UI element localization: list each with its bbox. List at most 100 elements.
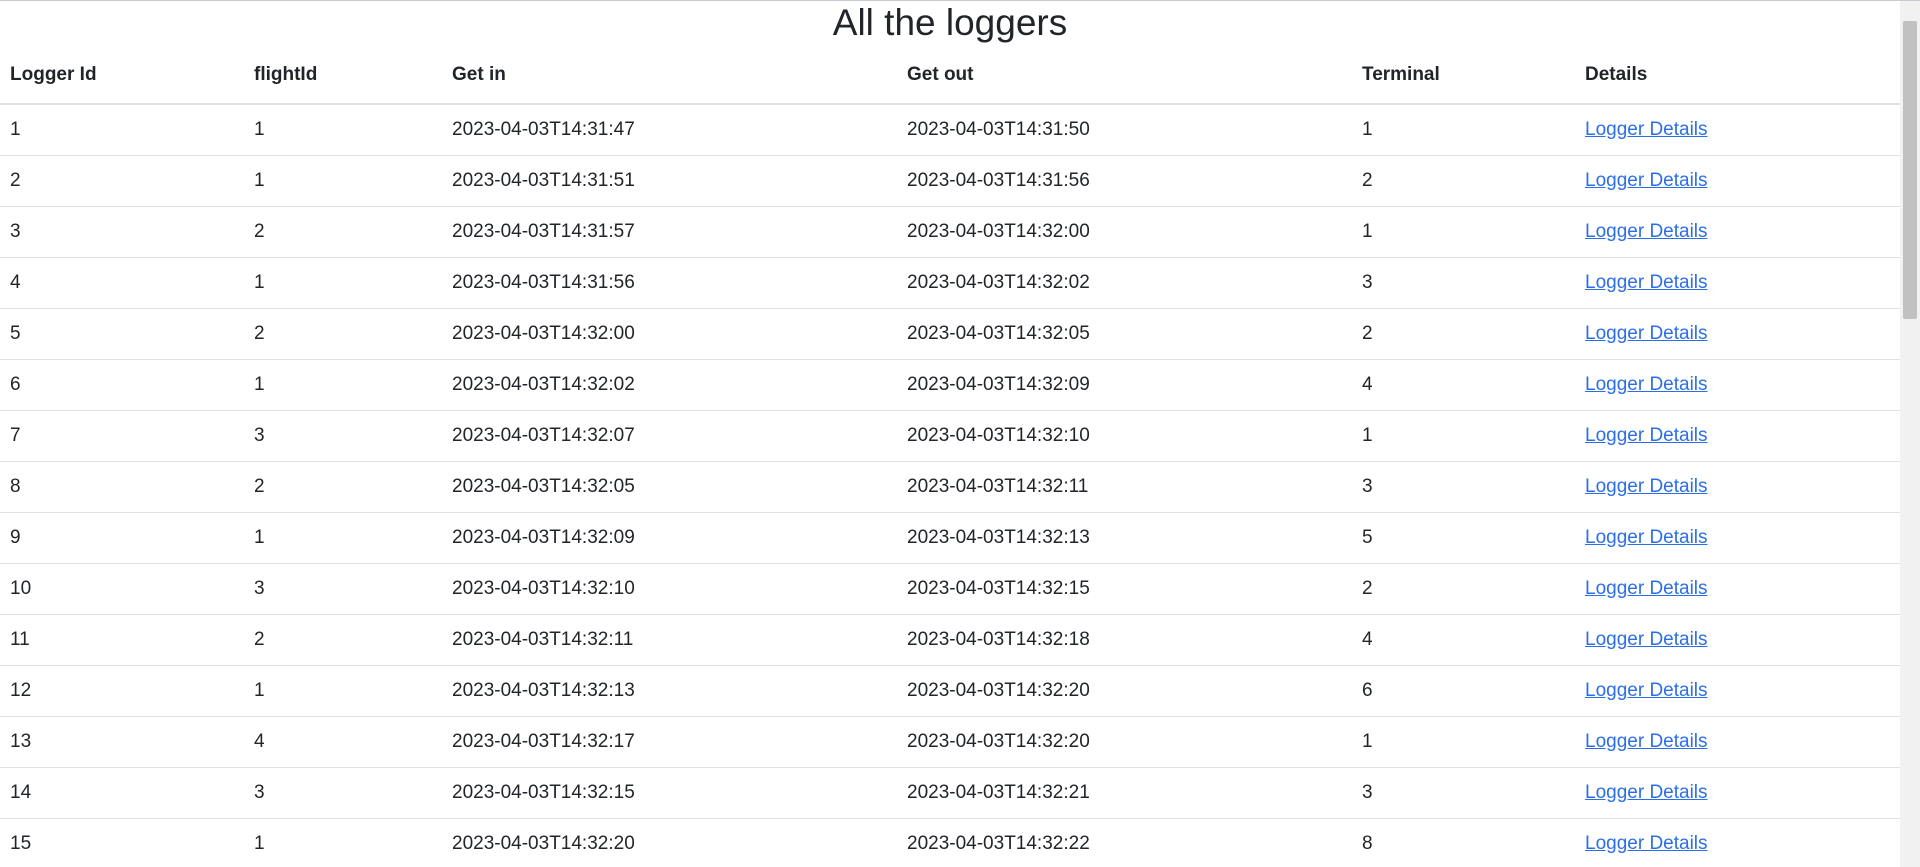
cell-details: Logger Details [1575,257,1900,309]
cell-logger-id: 11 [0,614,244,666]
cell-get-out: 2023-04-03T14:32:13 [897,512,1352,564]
cell-logger-id: 3 [0,206,244,258]
cell-logger-id: 6 [0,359,244,411]
table-row: 8 2 2023-04-03T14:32:05 2023-04-03T14:32:11… [0,461,1900,513]
cell-flight-id: 2 [244,206,442,258]
logger-details-link[interactable]: Logger Details [1585,629,1708,650]
cell-get-in: 2023-04-03T14:31:47 [442,104,897,156]
cell-flight-id: 1 [244,359,442,411]
logger-details-link[interactable]: Logger Details [1585,680,1708,701]
cell-terminal: 3 [1352,767,1575,819]
scrollbar-thumb[interactable] [1903,21,1917,319]
cell-logger-id: 5 [0,308,244,360]
column-header-get-out: Get out [897,46,1352,105]
logger-details-link[interactable]: Logger Details [1585,782,1708,803]
logger-details-link[interactable]: Logger Details [1585,323,1708,344]
table-row: 5 2 2023-04-03T14:32:00 2023-04-03T14:32:05… [0,308,1900,360]
vertical-scrollbar[interactable] [1900,1,1920,867]
cell-details: Logger Details [1575,563,1900,615]
cell-get-out: 2023-04-03T14:32:20 [897,665,1352,717]
cell-details: Logger Details [1575,818,1900,867]
cell-terminal: 6 [1352,665,1575,717]
cell-get-in: 2023-04-03T14:32:20 [442,818,897,867]
logger-details-link[interactable]: Logger Details [1585,731,1708,752]
cell-get-in: 2023-04-03T14:32:15 [442,767,897,819]
cell-get-in: 2023-04-03T14:32:05 [442,461,897,513]
cell-flight-id: 1 [244,818,442,867]
cell-terminal: 2 [1352,155,1575,207]
cell-get-in: 2023-04-03T14:31:56 [442,257,897,309]
cell-get-in: 2023-04-03T14:32:00 [442,308,897,360]
cell-flight-id: 3 [244,563,442,615]
logger-details-link[interactable]: Logger Details [1585,578,1708,599]
logger-details-link[interactable]: Logger Details [1585,476,1708,497]
cell-details: Logger Details [1575,155,1900,207]
cell-get-out: 2023-04-03T14:32:00 [897,206,1352,258]
logger-details-link[interactable]: Logger Details [1585,527,1708,548]
cell-logger-id: 9 [0,512,244,564]
cell-terminal: 3 [1352,461,1575,513]
logger-details-link[interactable]: Logger Details [1585,221,1708,242]
cell-get-in: 2023-04-03T14:31:51 [442,155,897,207]
logger-details-link[interactable]: Logger Details [1585,272,1708,293]
table-row: 3 2 2023-04-03T14:31:57 2023-04-03T14:32:00… [0,206,1900,258]
column-header-terminal: Terminal [1352,46,1575,105]
table-row: 6 1 2023-04-03T14:32:02 2023-04-03T14:32:09… [0,359,1900,411]
table-header: Logger Id flightId Get in Get out Termin… [0,46,1900,105]
table-body: 1 1 2023-04-03T14:31:47 2023-04-03T14:31:50… [0,104,1900,867]
cell-flight-id: 2 [244,308,442,360]
table-row: 7 3 2023-04-03T14:32:07 2023-04-03T14:32:10… [0,410,1900,462]
cell-details: Logger Details [1575,308,1900,360]
cell-details: Logger Details [1575,104,1900,156]
cell-terminal: 8 [1352,818,1575,867]
cell-get-out: 2023-04-03T14:32:22 [897,818,1352,867]
cell-logger-id: 10 [0,563,244,615]
cell-get-in: 2023-04-03T14:32:07 [442,410,897,462]
cell-flight-id: 3 [244,410,442,462]
cell-flight-id: 1 [244,665,442,717]
cell-terminal: 1 [1352,206,1575,258]
table-row: 9 1 2023-04-03T14:32:09 2023-04-03T14:32:13… [0,512,1900,564]
cell-terminal: 1 [1352,410,1575,462]
cell-logger-id: 4 [0,257,244,309]
page-title: All the loggers [832,2,1068,43]
cell-logger-id: 2 [0,155,244,207]
logger-details-link[interactable]: Logger Details [1585,833,1708,854]
table-row: 15 1 2023-04-03T14:32:20 2023-04-03T14:32:2… [0,818,1900,867]
cell-logger-id: 7 [0,410,244,462]
cell-get-out: 2023-04-03T14:31:50 [897,104,1352,156]
cell-terminal: 2 [1352,563,1575,615]
table-row: 13 4 2023-04-03T14:32:17 2023-04-03T14:32:2… [0,716,1900,768]
column-header-details: Details [1575,46,1900,105]
cell-get-out: 2023-04-03T14:32:18 [897,614,1352,666]
cell-details: Logger Details [1575,512,1900,564]
cell-details: Logger Details [1575,359,1900,411]
cell-flight-id: 3 [244,767,442,819]
cell-get-out: 2023-04-03T14:32:15 [897,563,1352,615]
cell-terminal: 5 [1352,512,1575,564]
logger-details-link[interactable]: Logger Details [1585,374,1708,395]
cell-flight-id: 1 [244,512,442,564]
logger-details-link[interactable]: Logger Details [1585,170,1708,191]
column-header-flight-id: flightId [244,46,442,105]
cell-get-out: 2023-04-03T14:32:09 [897,359,1352,411]
cell-logger-id: 15 [0,818,244,867]
logger-details-link[interactable]: Logger Details [1585,425,1708,446]
cell-logger-id: 14 [0,767,244,819]
cell-get-in: 2023-04-03T14:32:11 [442,614,897,666]
cell-terminal: 2 [1352,308,1575,360]
cell-get-out: 2023-04-03T14:32:05 [897,308,1352,360]
cell-get-out: 2023-04-03T14:32:02 [897,257,1352,309]
cell-terminal: 3 [1352,257,1575,309]
cell-terminal: 4 [1352,614,1575,666]
cell-get-in: 2023-04-03T14:31:57 [442,206,897,258]
cell-logger-id: 13 [0,716,244,768]
cell-details: Logger Details [1575,767,1900,819]
cell-get-out: 2023-04-03T14:31:56 [897,155,1352,207]
cell-flight-id: 1 [244,257,442,309]
cell-terminal: 1 [1352,104,1575,156]
cell-details: Logger Details [1575,461,1900,513]
logger-details-link[interactable]: Logger Details [1585,119,1708,140]
cell-flight-id: 2 [244,614,442,666]
page-content: All the loggers Logger Id flightId Get i… [0,1,1900,867]
